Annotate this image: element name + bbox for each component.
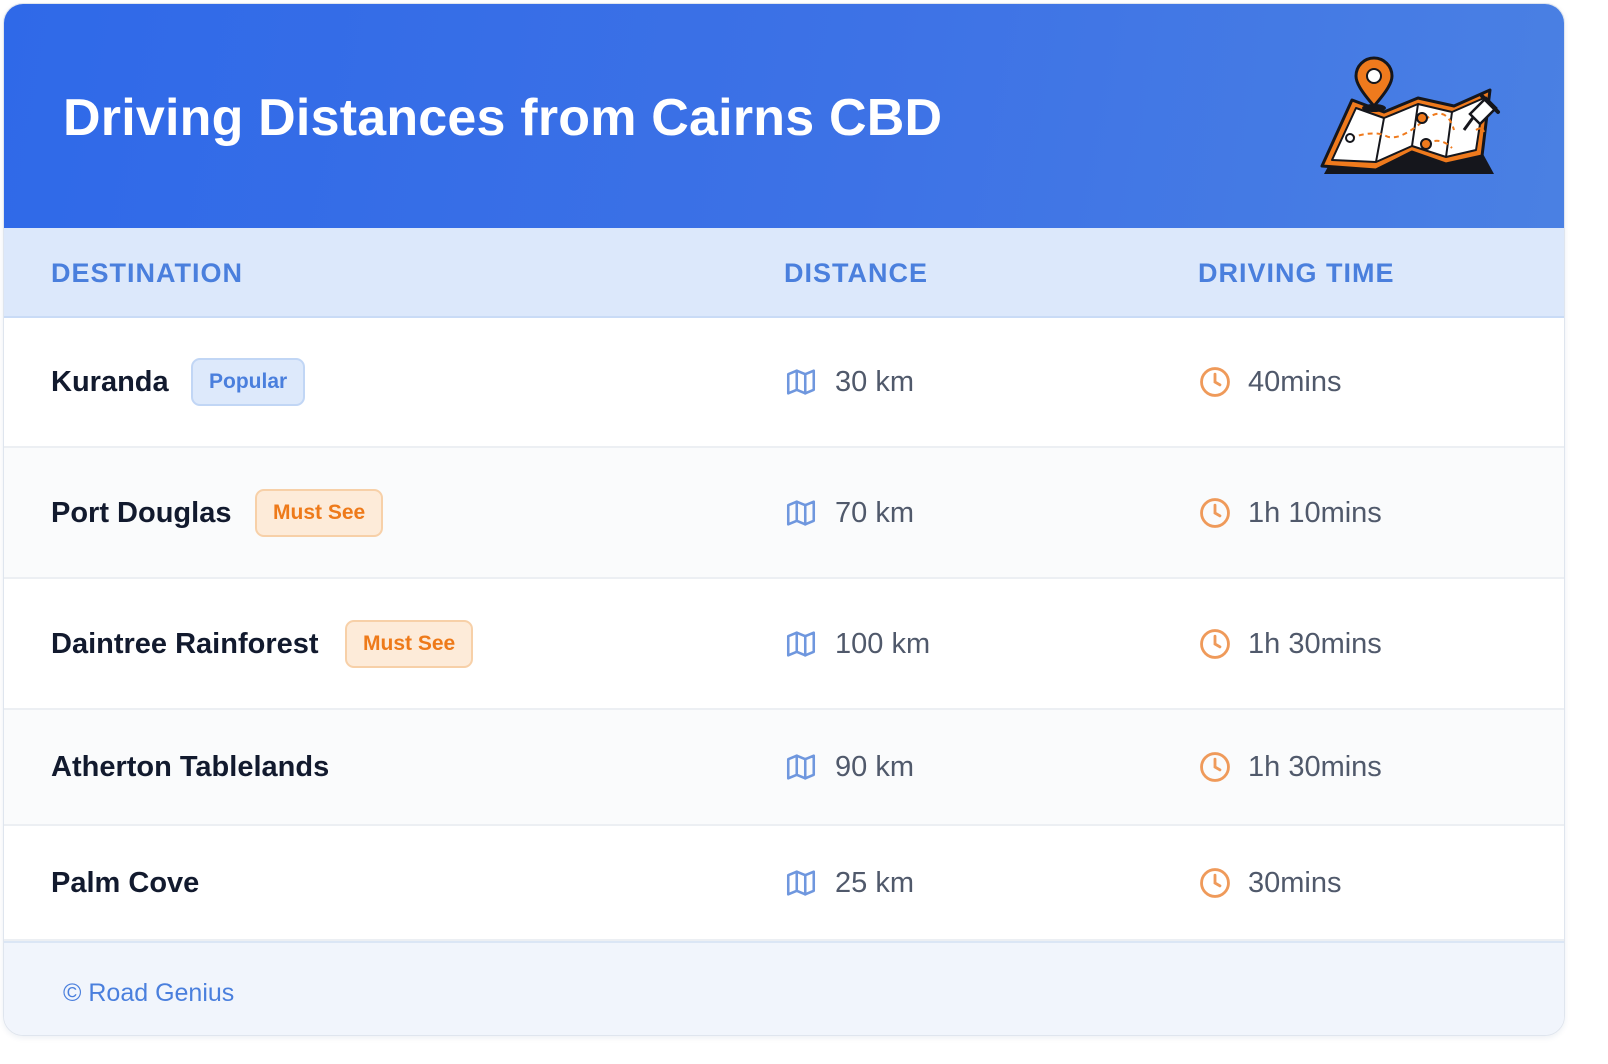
- distance-card: Driving Distances from Cairns CBD DESTIN…: [3, 3, 1565, 1036]
- destination-name: Port Douglas: [51, 496, 232, 529]
- distance-value: 30 km: [835, 366, 914, 398]
- destination-name: Atherton Tablelands: [51, 751, 330, 783]
- clock-icon: [1198, 365, 1232, 399]
- map-icon: [784, 365, 818, 399]
- column-header-destination: DESTINATION: [51, 258, 243, 288]
- destination-name: Palm Cove: [51, 866, 200, 899]
- driving-time-value: 1h 30mins: [1248, 751, 1382, 783]
- footer: © Road Genius: [4, 941, 1564, 1035]
- table-row: Atherton Tablelands 90 km 1h 30mins: [4, 710, 1564, 826]
- distance-value: 90 km: [835, 751, 914, 783]
- copyright-text: © Road Genius: [63, 979, 235, 1007]
- map-icon: [784, 750, 818, 784]
- distance-value: 70 km: [835, 496, 914, 529]
- page-title: Driving Distances from Cairns CBD: [63, 89, 943, 147]
- map-icon: [784, 866, 818, 900]
- must-see-badge: Must See: [345, 619, 474, 668]
- driving-time-value: 1h 10mins: [1248, 496, 1382, 529]
- table-row: Port Douglas Must See 70 km 1h 10mins: [4, 448, 1564, 579]
- clock-icon: [1198, 496, 1232, 530]
- table-row: Daintree Rainforest Must See 100 km 1h 30mi…: [4, 579, 1564, 710]
- clock-icon: [1198, 627, 1232, 661]
- destination-name: Daintree Rainforest: [51, 627, 319, 660]
- clock-icon: [1198, 866, 1232, 900]
- distance-value: 100 km: [835, 627, 931, 660]
- map-icon: [784, 627, 818, 661]
- map-icon: [784, 496, 818, 530]
- popular-badge: Popular: [191, 358, 306, 406]
- driving-time-value: 1h 30mins: [1248, 627, 1382, 660]
- distance-value: 25 km: [835, 866, 914, 899]
- driving-time-value: 30mins: [1248, 866, 1342, 899]
- table-row: Kuranda Popular 30 km 40mins: [4, 318, 1564, 448]
- driving-time-value: 40mins: [1248, 366, 1342, 398]
- map-pin-illustration: [1320, 56, 1500, 174]
- clock-icon: [1198, 750, 1232, 784]
- column-header-distance: DISTANCE: [784, 258, 929, 288]
- destination-name: Kuranda: [51, 366, 169, 398]
- must-see-badge: Must See: [255, 488, 384, 537]
- column-header-driving-time: DRIVING TIME: [1198, 258, 1395, 288]
- table-row: Palm Cove 25 km 30mins: [4, 826, 1564, 941]
- header-banner: Driving Distances from Cairns CBD: [4, 4, 1564, 228]
- table-header: DESTINATION DISTANCE DRIVING TIME: [4, 228, 1564, 318]
